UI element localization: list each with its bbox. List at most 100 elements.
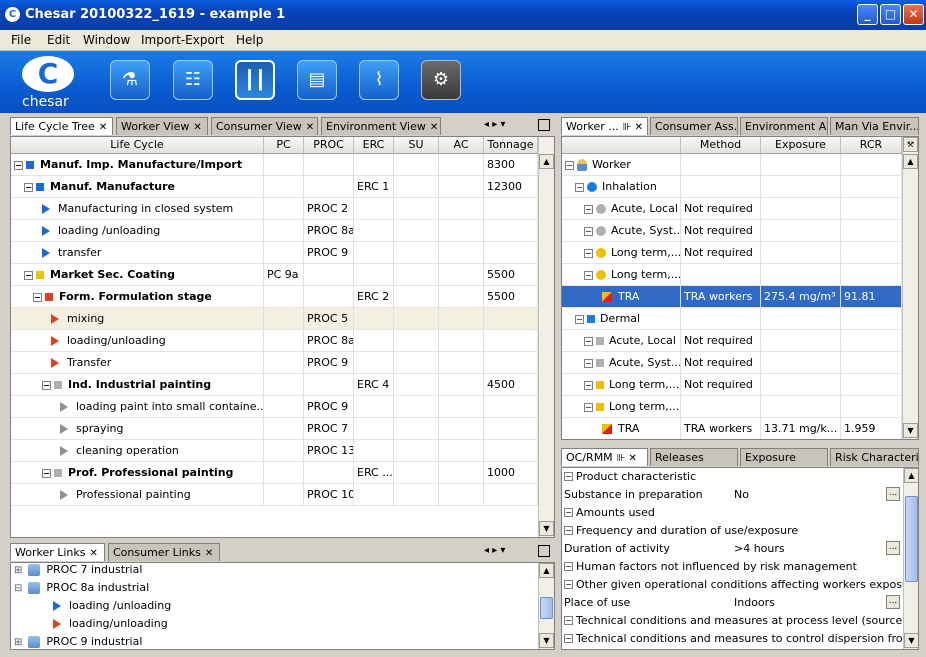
table-row[interactable]: Transfer PROC 9 [11,352,538,374]
table-row[interactable]: Manufacturing in closed system PROC 2 [11,198,538,220]
table-row[interactable]: − Market Sec. Coating PC 9a 5500 [11,264,538,286]
property-section[interactable]: − Technical conditions and measures at pr… [562,612,903,630]
property-row[interactable]: Substance in preparation No... [562,486,903,504]
link-row[interactable]: ⊞ PROC 9 industrial [11,633,538,649]
scroll-up-button[interactable]: ▲ [539,154,554,169]
table-row[interactable]: spraying PROC 7 [11,418,538,440]
property-section[interactable]: − Amounts used [562,504,903,522]
expand-toggle-icon[interactable]: − [14,160,23,170]
expand-toggle-icon[interactable]: − [584,248,593,258]
table-row[interactable]: − Manuf. Imp. Manufacture/Import 8300 [11,154,538,176]
property-value[interactable]: No [734,486,749,503]
gear-icon[interactable]: ⚙ [421,60,461,100]
tab-exposure[interactable]: Exposure [740,448,828,466]
worker-scrollbar[interactable]: ⚒ ▲ ▼ [902,137,918,439]
scroll-down-button[interactable]: ▼ [903,423,918,438]
tab-oc-rmm[interactable]: OC/RMM ⊪ ✕ [561,448,648,466]
property-section[interactable]: − Human factors not influenced by risk ma… [562,558,903,576]
table-row[interactable]: − Acute, Syst... Not required [562,220,902,242]
expand-toggle-icon[interactable]: ⊟ [14,583,22,594]
table-row[interactable]: mixing PROC 5 [11,308,538,330]
link-row[interactable]: ⊟ PROC 8a industrial [11,579,538,597]
table-row[interactable]: − Acute, Local Not required [562,330,902,352]
table-row[interactable]: − Inhalation [562,176,902,198]
col-life-cycle[interactable]: Life Cycle [11,137,264,154]
table-row[interactable]: loading /unloading PROC 8a [11,220,538,242]
expand-toggle-icon[interactable]: − [575,314,584,324]
flask-icon[interactable]: ⚗ [110,60,150,100]
tab-worker-assessment[interactable]: Worker ... ⊪ ✕ [561,117,648,135]
tab-consumer-view[interactable]: Consumer View ✕ [211,117,318,135]
expand-toggle-icon[interactable]: − [584,226,593,236]
table-row[interactable]: − Dermal [562,308,902,330]
collapse-toggle-icon[interactable]: − [564,526,573,535]
tab-worker-view[interactable]: Worker View ✕ [116,117,208,135]
col-tree[interactable] [562,137,681,154]
table-row[interactable]: − Ind. Industrial painting ERC 4 4500 [11,374,538,396]
expand-toggle-icon[interactable]: − [584,358,593,368]
table-row[interactable]: − Form. Formulation stage ERC 2 5500 [11,286,538,308]
scroll-up-button[interactable]: ▲ [539,563,554,578]
collapse-toggle-icon[interactable]: − [564,634,573,643]
maximize-panel-icon[interactable] [538,545,550,557]
tab-releases[interactable]: Releases [650,448,738,466]
col-su[interactable]: SU [394,137,439,154]
table-row[interactable]: − Worker [562,154,902,176]
table-row[interactable]: − Acute, Local Not required [562,198,902,220]
link-row[interactable]: loading/unloading [11,615,538,633]
collapse-toggle-icon[interactable]: − [564,472,573,481]
expand-toggle-icon[interactable]: − [42,468,51,478]
col-tonnage[interactable]: Tonnage [484,137,538,154]
col-ac[interactable]: AC [439,137,484,154]
menu-file[interactable]: File [11,33,31,47]
maximize-button[interactable]: □ [880,4,901,25]
paperclip-icon[interactable]: ⌇ [359,60,399,100]
table-row[interactable]: TRA TRA workers 275.4 mg/m³ 91.81 [562,286,902,308]
tab-nav-arrows[interactable]: ◂ ▸ ▾ [484,545,505,556]
col-proc[interactable]: PROC [304,137,354,154]
expand-toggle-icon[interactable]: − [584,204,593,214]
table-row[interactable]: Professional painting PROC 10 [11,484,538,506]
link-row[interactable]: ⊞ PROC 7 industrial [11,563,538,579]
property-section[interactable]: − Technical conditions and measures to co… [562,630,903,648]
scroll-down-button[interactable]: ▼ [539,633,554,648]
table-row[interactable]: − Prof. Professional painting ERC ... 1000 [11,462,538,484]
edit-ellipsis-button[interactable]: ... [886,541,900,555]
table-row[interactable]: − Long term,... Not required [562,242,902,264]
links-scrollbar[interactable]: ▲ ▼ [538,563,554,649]
table-row[interactable]: cleaning operation PROC 13 [11,440,538,462]
table-row[interactable]: TRA TRA workers 13.71 mg/k... 1.959 [562,418,902,439]
tab-nav-arrows[interactable]: ◂ ▸ ▾ [484,119,505,130]
property-value[interactable]: >4 hours [734,540,785,557]
table-row[interactable]: − Long term,... [562,396,902,418]
collapse-toggle-icon[interactable]: − [564,616,573,625]
col-pc[interactable]: PC [264,137,304,154]
tab-consumer-assessment[interactable]: Consumer Ass... [650,117,738,135]
expand-toggle-icon[interactable]: ⊞ [14,637,22,648]
minimize-button[interactable]: _ [857,4,878,25]
menu-edit[interactable]: Edit [47,33,70,47]
tab-man-via-environment[interactable]: Man Via Envir... [830,117,919,135]
expand-toggle-icon[interactable]: − [24,270,33,280]
link-row[interactable]: loading /unloading [11,597,538,615]
expand-toggle-icon[interactable]: − [33,292,42,302]
maximize-panel-icon[interactable] [538,119,550,131]
document-icon[interactable]: ▤ [297,60,337,100]
property-section[interactable]: − Frequency and duration of use/exposure [562,522,903,540]
property-section[interactable]: − Other given operational conditions affe… [562,576,903,594]
column-settings-icon[interactable]: ⚒ [903,137,918,152]
property-section[interactable]: − Product characteristic [562,468,903,486]
close-button[interactable]: ✕ [903,4,924,25]
table-row[interactable]: − Acute, Syst... Not required [562,352,902,374]
property-row[interactable]: Place of use Indoors... [562,594,903,612]
table-row[interactable]: transfer PROC 9 [11,242,538,264]
expand-toggle-icon[interactable]: − [584,402,593,412]
collapse-toggle-icon[interactable]: − [564,580,573,589]
table-row[interactable]: loading/unloading PROC 8a [11,330,538,352]
property-row[interactable]: Duration of activity >4 hours... [562,540,903,558]
expand-toggle-icon[interactable]: − [24,182,33,192]
table-row[interactable]: − Long term,... [562,264,902,286]
scroll-down-button[interactable]: ▼ [539,521,554,536]
expand-toggle-icon[interactable]: ⊞ [14,565,22,576]
scroll-down-button[interactable]: ▼ [904,633,918,648]
